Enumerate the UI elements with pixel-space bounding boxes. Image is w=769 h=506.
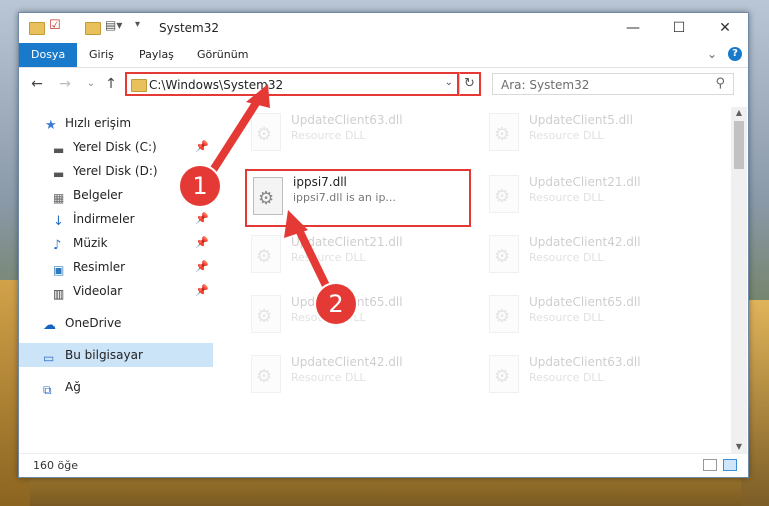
dll-file-icon	[489, 355, 519, 393]
refresh-button[interactable]: ↻	[459, 72, 481, 96]
dll-file-icon	[489, 113, 519, 151]
sidebar-item-music[interactable]: ♪ Müzik 📌	[19, 231, 213, 255]
file-item[interactable]: UpdateClient63.dll Resource DLL	[481, 353, 711, 403]
dll-file-icon	[489, 295, 519, 333]
scroll-up-icon[interactable]: ▲	[731, 107, 747, 119]
pin-icon: 📌	[195, 140, 209, 153]
dll-file-icon	[253, 177, 283, 215]
file-item[interactable]: UpdateClient5.dll Resource DLL	[481, 111, 711, 161]
up-button[interactable]: ↑	[101, 73, 121, 95]
file-item[interactable]: UpdateClient21.dll Resource DLL	[243, 233, 473, 283]
new-folder-icon[interactable]	[85, 22, 101, 35]
file-item-ippsi7[interactable]: ippsi7.dll ippsi7.dll is an ip...	[245, 169, 471, 227]
help-icon[interactable]: ?	[728, 47, 742, 61]
documents-icon: ▦	[53, 191, 65, 205]
window-title: System32	[159, 21, 220, 35]
file-explorer-window: ☑ ▤▾ ▾ System32 — ☐ ✕ Dosya Giriş Paylaş…	[18, 12, 749, 478]
star-icon: ★	[45, 118, 57, 133]
dll-file-icon	[489, 235, 519, 273]
pin-icon: 📌	[195, 212, 209, 225]
address-dropdown-icon[interactable]: ⌄	[445, 77, 453, 88]
sidebar-item-videos[interactable]: ▥ Videolar 📌	[19, 279, 213, 303]
pictures-icon: ▣	[53, 263, 65, 277]
tab-dosya[interactable]: Dosya	[19, 43, 78, 67]
file-item[interactable]: UpdateClient63.dll Resource DLL	[243, 111, 473, 161]
pin-icon: 📌	[195, 236, 209, 249]
video-icon: ▥	[53, 287, 65, 301]
properties-icon[interactable]: ☑	[49, 18, 61, 34]
pin-icon: 📌	[195, 284, 209, 297]
step-2-badge: 2	[316, 284, 356, 324]
quick-access-dropdown-icon[interactable]: ▾	[135, 19, 140, 35]
address-path[interactable]: C:\Windows\System32	[149, 78, 283, 92]
step-1-badge: 1	[180, 166, 220, 206]
search-icon[interactable]: ⚲	[715, 76, 725, 91]
dll-file-icon	[489, 175, 519, 213]
folder-icon	[29, 22, 45, 35]
sidebar-item-pictures[interactable]: ▣ Resimler 📌	[19, 255, 213, 279]
sidebar-item-downloads[interactable]: ↓ İndirmeler 📌	[19, 207, 213, 231]
dll-file-icon	[251, 113, 281, 151]
ribbon-collapse-icon[interactable]: ⌄	[707, 47, 717, 61]
scroll-thumb[interactable]	[734, 121, 744, 169]
file-list: UpdateClient63.dll Resource DLL UpdateCl…	[229, 107, 729, 447]
file-item[interactable]: UpdateClient42.dll Resource DLL	[243, 353, 473, 403]
address-bar[interactable]: C:\Windows\System32 ⌄	[125, 72, 459, 96]
network-icon: ⧉	[43, 383, 52, 397]
scroll-down-icon[interactable]: ▼	[731, 441, 747, 453]
sidebar-item-disk-c[interactable]: ▬ Yerel Disk (C:) 📌	[19, 135, 213, 159]
file-item[interactable]: UpdateClient65.dll Resource DLL	[243, 293, 473, 343]
maximize-button[interactable]: ☐	[656, 13, 702, 43]
tab-gorunum[interactable]: Görünüm	[185, 43, 260, 67]
close-button[interactable]: ✕	[702, 13, 748, 43]
search-placeholder: Ara: System32	[501, 78, 590, 92]
drive-icon: ▬	[53, 143, 65, 157]
tab-paylas[interactable]: Paylaş	[127, 43, 186, 67]
file-item[interactable]: UpdateClient21.dll Resource DLL	[481, 173, 711, 223]
search-box[interactable]: Ara: System32 ⚲	[492, 73, 734, 95]
dll-file-icon	[251, 235, 281, 273]
item-count: 160 öğe	[33, 459, 78, 472]
sidebar-item-quick-access[interactable]: ★ Hızlı erişim	[19, 111, 213, 135]
minimize-button[interactable]: —	[610, 13, 656, 43]
ribbon-tabs: Dosya Giriş Paylaş Görünüm ⌄ ?	[19, 43, 748, 68]
back-button[interactable]: ←	[27, 73, 47, 95]
address-folder-icon	[131, 79, 147, 92]
computer-icon: ▭	[43, 351, 55, 365]
file-item[interactable]: UpdateClient42.dll Resource DLL	[481, 233, 711, 283]
tab-giris[interactable]: Giriş	[77, 43, 126, 67]
title-bar: ☑ ▤▾ ▾ System32 — ☐ ✕	[19, 13, 748, 43]
navigation-pane: ★ Hızlı erişim ▬ Yerel Disk (C:) 📌 ▬ Yer…	[19, 107, 215, 447]
sidebar-item-network[interactable]: ⧉ Ağ	[19, 375, 213, 399]
file-item[interactable]: UpdateClient65.dll Resource DLL	[481, 293, 711, 343]
sidebar-item-onedrive[interactable]: ☁ OneDrive	[19, 311, 213, 335]
dll-file-icon	[251, 355, 281, 393]
large-icons-view-icon[interactable]	[723, 459, 737, 471]
forward-button[interactable]: →	[55, 73, 75, 95]
recent-locations-button[interactable]: ⌄	[81, 73, 101, 95]
customize-quick-access-icon[interactable]: ▤▾	[105, 18, 122, 34]
drive-icon: ▬	[53, 167, 65, 181]
status-bar: 160 öğe	[19, 453, 748, 478]
pin-icon: 📌	[195, 260, 209, 273]
vertical-scrollbar[interactable]: ▲ ▼	[731, 107, 747, 453]
download-icon: ↓	[53, 214, 64, 229]
details-view-icon[interactable]	[703, 459, 717, 471]
cloud-icon: ☁	[43, 318, 56, 333]
dll-file-icon	[251, 295, 281, 333]
sidebar-item-this-pc[interactable]: ▭ Bu bilgisayar	[19, 343, 213, 367]
music-icon: ♪	[53, 238, 62, 253]
